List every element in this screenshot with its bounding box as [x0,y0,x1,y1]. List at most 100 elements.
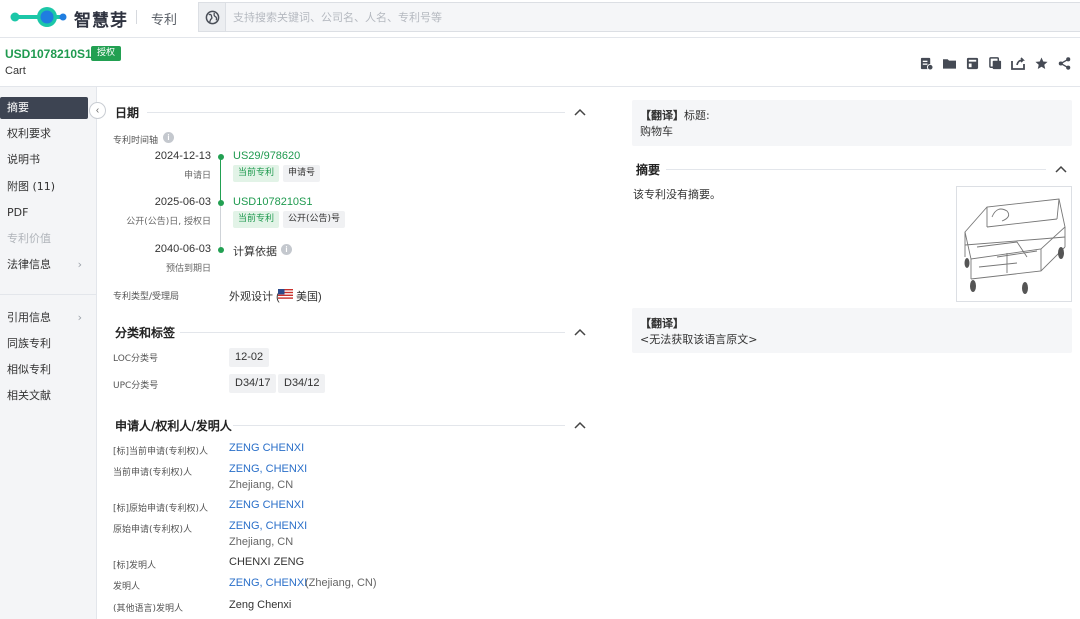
event-date: 2024-12-13 [154,150,211,162]
patent-title: Cart [5,65,26,77]
upc-code[interactable]: D34/12 [278,374,326,393]
logo-icon[interactable] [10,4,68,28]
share-icon[interactable] [1056,55,1072,71]
party-link[interactable]: ZENG, CHENXI [229,520,307,532]
chevron-up-icon[interactable] [573,107,587,117]
info-icon[interactable]: i [163,132,174,143]
title-label: 标题: [684,109,710,122]
search-input[interactable] [233,3,833,31]
divider [136,10,137,24]
brand-name[interactable]: 智慧芽 [74,6,128,31]
sidebar-item-label: 说明书 [7,153,40,166]
sidebar-item-label: 相似专利 [7,363,51,376]
sidebar-item-abstract[interactable]: 摘要 [0,97,88,119]
chevron-up-icon[interactable] [573,327,587,337]
abstract-text: 该专利没有摘要。 [633,188,721,201]
sidebar-item-label: PDF [7,206,29,219]
party-label: [标]发明人 [113,561,157,571]
patent-type-value: 外观设计 ( [229,291,280,303]
sidebar-item-legal-info[interactable]: 法律信息 › [0,254,88,276]
party-label: [标]原始申请(专利权)人 [113,504,209,514]
timeline-label: 专利时间轴 [113,136,159,146]
section-title-dates: 日期 [115,106,140,120]
event-date: 2025-06-03 [154,196,211,208]
sidebar-item-label: 附图 (11) [7,180,56,193]
title-translation-box: 【翻译】 标题: 购物车 [632,100,1072,146]
sidebar-item-label: 法律信息 [7,258,51,271]
sidebar-item-family[interactable]: 同族专利 [0,333,88,355]
translated-title: 购物车 [640,125,673,138]
application-number[interactable]: US29/978620 [233,150,300,162]
party-label: 当前申请(专利权)人 [113,468,193,478]
party-label: 发明人 [113,582,141,592]
publication-number[interactable]: USD1078210S1 [233,196,313,208]
sidebar-item-label: 引用信息 [7,311,51,324]
sidebar-item-citations[interactable]: 引用信息 › [0,307,88,329]
translation-unavailable-text: <无法获取该语言原文> [640,333,758,346]
sidebar-item-label: 权利要求 [7,127,51,140]
section-divider [666,169,1046,170]
timeline-line-future [220,205,221,250]
chevron-up-icon[interactable] [573,420,587,430]
event-caption: 预估到期日 [165,264,211,274]
sidebar-item-label: 同族专利 [7,337,51,350]
info-icon[interactable]: i [281,244,292,255]
country-value: 美国) [296,291,322,303]
upc-label: UPC分类号 [113,381,159,391]
toolbar [918,55,1072,71]
drawing-thumbnail[interactable] [956,186,1072,302]
star-icon[interactable] [1033,55,1049,71]
patent-type-label: 专利类型/受理局 [113,292,180,302]
loc-code[interactable]: 12-02 [229,348,270,367]
number-type-tag: 申请号 [283,165,321,182]
chevron-right-icon: › [77,311,82,324]
us-flag-icon [278,289,293,299]
party-link[interactable]: ZENG CHENXI [229,442,304,454]
collapse-sidebar-button[interactable]: ‹ [89,102,106,119]
party-location: Zhejiang, CN [229,536,294,548]
sidebar-item-drawings[interactable]: 附图 (11) [0,176,88,198]
party-link[interactable]: ZENG, CHENXI [229,463,307,475]
event-date: 2040-06-03 [154,243,211,255]
party-label: [标]当前申请(专利权)人 [113,447,209,457]
archive-icon[interactable] [964,55,980,71]
sidebar-item-description[interactable]: 说明书 [0,149,88,171]
party-link[interactable]: ZENG CHENXI [229,499,304,511]
section-title-classification: 分类和标签 [115,326,176,340]
party-location: (Zhejiang, CN) [305,577,377,589]
sidebar-item-similar[interactable]: 相似专利 [0,359,88,381]
top-bar: 智慧芽 专利 [0,0,1080,38]
sidebar-item-pdf[interactable]: PDF [0,202,88,224]
sidebar-item-label: 摘要 [7,101,29,114]
sidebar-item-related-docs[interactable]: 相关文献 [0,385,88,407]
section-divider [180,332,565,333]
timeline-dot [218,154,224,160]
section-title-parties: 申请人/权利人/发明人 [115,419,232,433]
event-caption: 申请日 [183,171,211,181]
party-location: Zhejiang, CN [229,479,294,491]
chevron-left-icon: ‹ [95,105,100,116]
event-caption: 公开(公告)日, 授权日 [126,217,211,227]
party-value: CHENXI ZENG [229,556,305,568]
search-bar [198,2,1080,32]
sidebar-item-label: 专利价值 [7,232,51,245]
sidebar-item-patent-value[interactable]: 专利价值 [0,228,88,250]
party-label: (其他语言)发明人 [113,604,184,614]
add-note-icon[interactable] [918,55,934,71]
translation-tag: 【翻译】 [640,109,684,122]
upc-code[interactable]: D34/17 [229,374,277,393]
chevron-right-icon: › [77,258,82,271]
sidebar-item-claims[interactable]: 权利要求 [0,123,88,145]
header-divider [0,86,1080,87]
chevron-up-icon[interactable] [1054,164,1068,174]
globe-icon[interactable] [199,3,226,31]
copy-icon[interactable] [987,55,1003,71]
calc-basis-label: 计算依据 [233,246,277,258]
timeline-dot [218,200,224,206]
folder-icon[interactable] [941,55,957,71]
export-icon[interactable] [1010,55,1026,71]
number-type-tag: 公开(公告)号 [283,211,346,228]
section-label[interactable]: 专利 [151,9,177,28]
party-link[interactable]: ZENG, CHENXI [229,577,307,589]
patent-number: USD1078210S1 [5,47,92,61]
